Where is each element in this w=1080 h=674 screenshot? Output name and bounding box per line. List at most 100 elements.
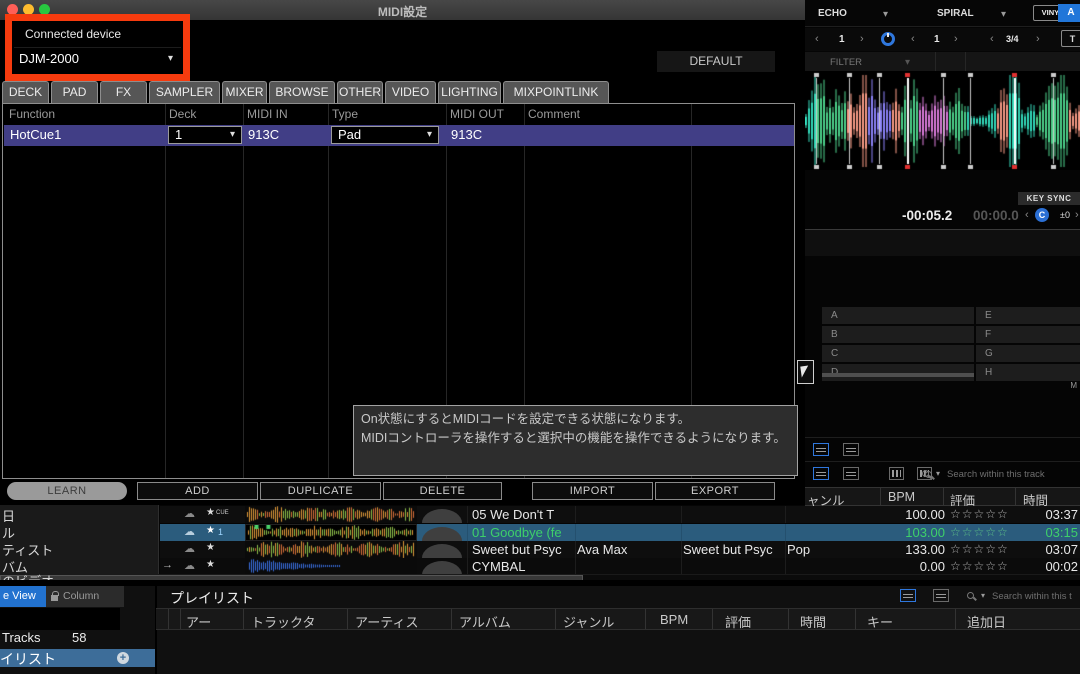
search-icon[interactable]: [967, 592, 974, 599]
tab-sampler[interactable]: SAMPLER: [149, 81, 220, 103]
chevron-down-icon: ▾: [230, 127, 235, 143]
tab-fx[interactable]: FX: [100, 81, 147, 103]
bank-scrollbar[interactable]: [822, 373, 974, 377]
memory-button[interactable]: M: [1070, 381, 1077, 390]
list-view-icon[interactable]: [813, 467, 829, 480]
track-genre: Pop: [787, 542, 847, 557]
chevron-down-icon[interactable]: ▾: [905, 57, 910, 68]
track-row-selected[interactable]: ☁ ★ 1 01 Goodbye (fe 103.00 ☆☆☆☆☆ 03:15: [160, 524, 1080, 541]
track-time: 03:15: [1020, 525, 1078, 540]
add-playlist-icon[interactable]: +: [117, 652, 129, 664]
tab-other[interactable]: OTHER: [337, 81, 383, 103]
column-function[interactable]: Function: [9, 107, 55, 121]
tab-browse[interactable]: BROWSE: [269, 81, 335, 103]
next-icon[interactable]: ›: [1036, 33, 1040, 45]
tracks-count-row[interactable]: Tracks 58: [0, 630, 155, 648]
tab-pad[interactable]: PAD: [51, 81, 98, 103]
chevron-down-icon[interactable]: ▾: [1001, 9, 1006, 20]
key-value[interactable]: C: [1035, 208, 1049, 222]
deck-panel: ECHO ▾ SPIRAL ▾ VINYL BRAKE ▾ A ‹ 1 › ‹ …: [805, 0, 1080, 505]
column-midi-out[interactable]: MIDI OUT: [450, 107, 504, 121]
learn-button[interactable]: LEARN: [7, 482, 127, 500]
column-type[interactable]: Type: [332, 107, 358, 121]
prev-icon[interactable]: ‹: [1025, 209, 1029, 221]
column-comment[interactable]: Comment: [528, 107, 580, 121]
key-sync-button[interactable]: KEY SYNC: [1018, 192, 1080, 205]
waveform-thumbnail: [245, 541, 417, 558]
deck-select[interactable]: 1▾: [168, 126, 242, 144]
cue-bank-g[interactable]: G: [976, 345, 1080, 362]
tab-mixpointlink[interactable]: MIXPOINTLINK: [503, 81, 609, 103]
import-button[interactable]: IMPORT: [532, 482, 653, 500]
search-icon[interactable]: [925, 471, 932, 478]
column-bpm[interactable]: BPM: [660, 612, 688, 627]
connected-device-select[interactable]: DJM-2000 ▾: [14, 47, 181, 69]
tab-deck[interactable]: DECK: [2, 81, 49, 103]
fx-assign-button[interactable]: A: [1058, 4, 1080, 22]
list-view-icon[interactable]: [900, 589, 916, 602]
tab-video[interactable]: VIDEO: [385, 81, 436, 103]
list-view-icon[interactable]: [813, 443, 829, 456]
column-deck[interactable]: Deck: [169, 107, 196, 121]
add-button[interactable]: ADD: [137, 482, 258, 500]
tab-mixer[interactable]: MIXER: [222, 81, 267, 103]
chevron-down-icon[interactable]: ▾: [883, 9, 888, 20]
tab-column-view[interactable]: Column View: [46, 586, 124, 607]
column-genre[interactable]: ジャンル: [563, 612, 614, 631]
playlist-tree-item[interactable]: イリスト +: [0, 649, 155, 667]
cue-bank-a[interactable]: A: [822, 307, 974, 324]
column-key[interactable]: キー: [867, 612, 893, 631]
cue-badge: CUE: [216, 510, 229, 516]
fx1-select[interactable]: ECHO: [818, 8, 847, 19]
type-select[interactable]: Pad▾: [331, 126, 439, 144]
fx2-select[interactable]: SPIRAL: [937, 8, 974, 19]
column-rating[interactable]: 評価: [725, 612, 751, 631]
cue-bank-f[interactable]: F: [976, 326, 1080, 343]
track-row[interactable]: ☁ ★ CUE 05 We Don't T 100.00 ☆☆☆☆☆ 03:37: [160, 506, 1080, 523]
tab-tree-view[interactable]: e View: [0, 586, 46, 607]
column-midi-in[interactable]: MIDI IN: [247, 107, 288, 121]
column-title[interactable]: トラックタ: [251, 612, 315, 631]
prev-icon[interactable]: ‹: [990, 33, 994, 45]
column-bpm[interactable]: BPM: [888, 490, 915, 504]
cue-bank-h[interactable]: H: [976, 364, 1080, 381]
three-pane-icon[interactable]: [889, 467, 904, 480]
track-rating: ☆☆☆☆☆: [950, 525, 1009, 539]
detail-view-icon[interactable]: [933, 589, 949, 602]
cue-badge: 1: [218, 527, 223, 537]
track-row[interactable]: ☁ ★ Sweet but Psyc Ava Max Sweet but Psy…: [160, 541, 1080, 558]
search-input[interactable]: Search within this t: [992, 591, 1072, 602]
delete-button[interactable]: DELETE: [383, 482, 502, 500]
next-icon[interactable]: ›: [1075, 209, 1079, 221]
fx-level-knob[interactable]: [881, 32, 895, 46]
export-button[interactable]: EXPORT: [655, 482, 775, 500]
cue-bank-b[interactable]: B: [822, 326, 974, 343]
detail-view-icon[interactable]: [843, 443, 859, 456]
mapping-row-selected[interactable]: HotCue1 1▾ 913C Pad▾ 913C: [4, 125, 794, 146]
track-time: 03:37: [1020, 507, 1078, 522]
column-artwork[interactable]: アー: [186, 612, 211, 631]
deck-waveform[interactable]: [805, 72, 1080, 170]
chevron-down-icon[interactable]: ▾: [981, 591, 985, 600]
chevron-down-icon[interactable]: ▾: [936, 469, 940, 478]
filter-select[interactable]: FILTER: [830, 57, 862, 68]
next-icon[interactable]: ›: [860, 33, 864, 45]
midi-mapping-table: Function Deck MIDI IN Type MIDI OUT Comm…: [2, 103, 795, 479]
prev-icon[interactable]: ‹: [815, 33, 819, 45]
cue-bank-c[interactable]: C: [822, 345, 974, 362]
detail-view-icon[interactable]: [843, 467, 859, 480]
column-added[interactable]: 追加日: [967, 612, 1006, 631]
search-input[interactable]: Search within this track: [947, 469, 1045, 480]
next-icon[interactable]: ›: [954, 33, 958, 45]
column-album[interactable]: アルバム: [459, 612, 511, 631]
tab-lighting[interactable]: LIGHTING: [438, 81, 501, 103]
duplicate-button[interactable]: DUPLICATE: [260, 482, 381, 500]
column-artist[interactable]: アーティス: [355, 612, 418, 631]
prev-icon[interactable]: ‹: [911, 33, 915, 45]
default-button[interactable]: DEFAULT: [657, 51, 775, 72]
cue-bank-e[interactable]: E: [976, 307, 1080, 324]
fx2-beats: 1: [934, 34, 940, 45]
tap-button[interactable]: T: [1061, 30, 1080, 47]
column-time[interactable]: 時間: [800, 612, 826, 631]
track-row[interactable]: → ☁ ★ CYMBAL 0.00 ☆☆☆☆☆ 00:02: [160, 558, 1080, 574]
